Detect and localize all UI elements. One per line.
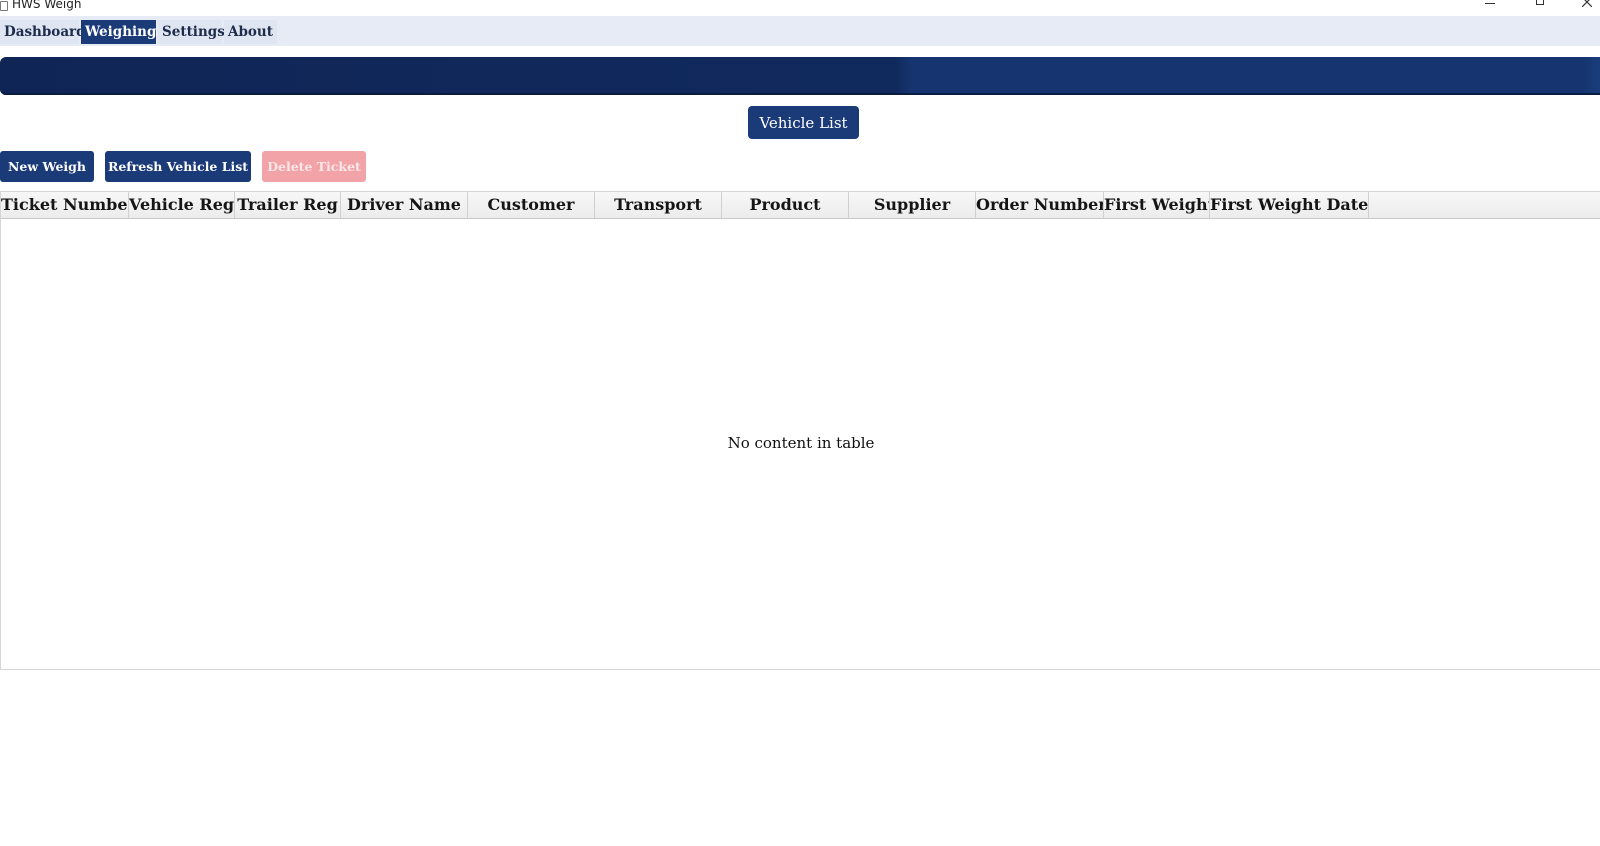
table-header: Ticket Number Vehicle Reg Trailer Reg Dr… [1,192,1600,219]
column-ticket-number[interactable]: Ticket Number [1,192,129,218]
header-banner [0,57,1600,95]
column-order-number[interactable]: Order Number [976,192,1104,218]
window-title: HWS Weigh [12,0,82,11]
column-driver-name[interactable]: Driver Name [341,192,468,218]
vehicle-list-button[interactable]: Vehicle List [748,106,859,139]
tab-about[interactable]: About [224,20,277,44]
new-weigh-button[interactable]: New Weigh [0,151,94,182]
tab-settings[interactable]: Settings [158,20,225,44]
column-customer[interactable]: Customer [468,192,595,218]
close-button[interactable] [1572,0,1600,12]
minimize-button[interactable] [1475,0,1505,12]
column-transport[interactable]: Transport [595,192,722,218]
restore-icon [1536,0,1544,5]
tab-bar: Dashboard Weighing Settings About [0,16,1600,46]
vehicle-table[interactable]: Ticket Number Vehicle Reg Trailer Reg Dr… [0,191,1600,670]
maximize-button[interactable] [1525,0,1555,12]
minimize-icon [1485,2,1495,4]
column-first-weight[interactable]: First Weight [1104,192,1210,218]
column-trailer-reg[interactable]: Trailer Reg [235,192,341,218]
refresh-vehicle-list-button[interactable]: Refresh Vehicle List [105,151,251,182]
app-icon [0,1,8,11]
empty-table-message: No content in table [727,434,875,452]
column-supplier[interactable]: Supplier [849,192,976,218]
delete-ticket-button: Delete Ticket [262,151,366,182]
tab-weighing[interactable]: Weighing [81,20,156,44]
close-icon [1582,0,1592,7]
tab-dashboard[interactable]: Dashboard [0,20,86,44]
column-first-weight-date[interactable]: First Weight Date... [1210,192,1369,218]
column-product[interactable]: Product [722,192,849,218]
title-bar: HWS Weigh [0,0,1600,16]
column-vehicle-reg[interactable]: Vehicle Reg [129,192,235,218]
